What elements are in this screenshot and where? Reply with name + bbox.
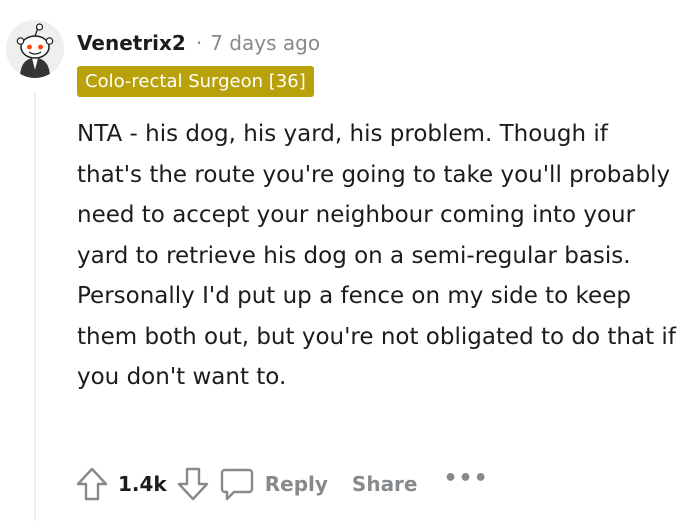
avatar[interactable] <box>6 20 64 78</box>
username[interactable]: Venetrix2 <box>77 31 186 55</box>
comment: Venetrix2 · 7 days ago Colo-rectal Surge… <box>0 0 700 521</box>
downvote-button[interactable] <box>173 464 213 504</box>
share-button[interactable]: Share <box>352 472 418 496</box>
reply-label: Reply <box>264 472 328 496</box>
comment-actions: 1.4k Reply Share ••• <box>72 458 489 510</box>
vote-score: 1.4k <box>118 472 167 496</box>
reply-button[interactable]: Reply <box>219 466 328 502</box>
upvote-arrow-icon <box>76 467 108 501</box>
timestamp[interactable]: 7 days ago <box>210 31 320 55</box>
comment-body: NTA - his dog, his yard, his problem. Th… <box>77 121 676 390</box>
snoo-avatar-icon <box>6 20 64 78</box>
more-options-icon[interactable]: ••• <box>444 468 489 499</box>
speech-bubble-icon <box>220 468 253 501</box>
comment-header: Venetrix2 · 7 days ago <box>77 28 320 58</box>
downvote-arrow-icon <box>177 467 208 501</box>
thread-line[interactable] <box>34 92 36 521</box>
upvote-button[interactable] <box>72 464 112 504</box>
user-flair: Colo-rectal Surgeon [36] <box>77 66 314 97</box>
separator-dot: · <box>195 31 203 55</box>
